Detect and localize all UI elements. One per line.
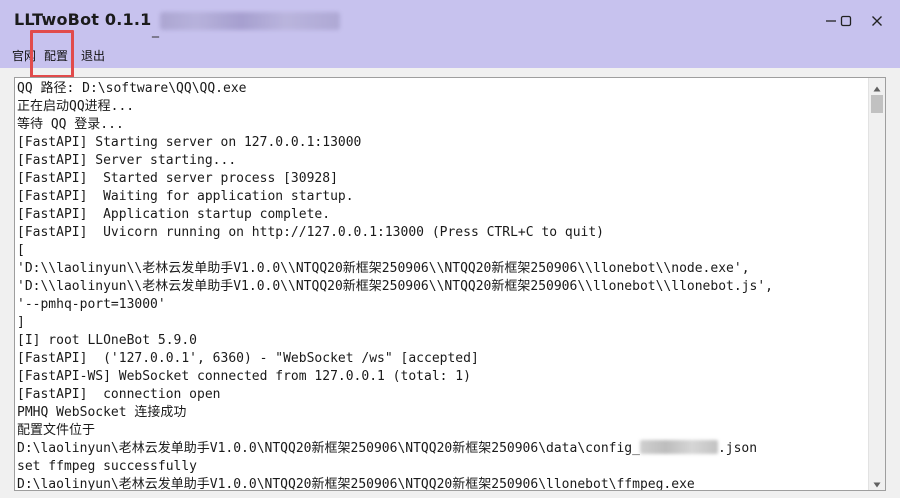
log-line: 'D:\\laolinyun\\老林云发单助手V1.0.0\\NTQQ20新框架… [17, 261, 750, 276]
log-line: [FastAPI] Starting server on 127.0.0.1:1… [17, 135, 362, 150]
title-bar[interactable]: LLTwoBot 0.1.1 _ [0, 0, 900, 42]
log-line: 'D:\\laolinyun\\老林云发单助手V1.0.0\\NTQQ20新框架… [17, 279, 773, 294]
log-line: set ffmpeg successfully [17, 459, 198, 474]
log-line-config-path: D:\laolinyun\老林云发单助手V1.0.0\NTQQ20新框架2509… [17, 440, 867, 458]
config-path-text: D:\laolinyun\老林云发单助手V1.0.0\NTQQ20新框架2509… [17, 441, 640, 456]
log-line: [ [17, 243, 25, 258]
log-line: [FastAPI] ('127.0.0.1', 6360) - "WebSock… [17, 351, 479, 366]
log-line: [FastAPI] Waiting for application startu… [17, 189, 354, 204]
redacted-config-id [639, 440, 718, 454]
scroll-down-button[interactable] [869, 474, 885, 490]
chevron-down-icon [873, 473, 881, 491]
log-line: QQ 路径: D:\software\QQ\QQ.exe [17, 81, 247, 96]
log-line: ] [17, 315, 25, 330]
vertical-scrollbar[interactable] [868, 78, 885, 490]
log-line: [FastAPI] Uvicorn running on http://127.… [17, 225, 604, 240]
menu-item-exit[interactable]: 退出 [81, 47, 105, 64]
log-line: '--pmhq-port=13000' [17, 297, 166, 312]
log-line: [FastAPI] Application startup complete. [17, 207, 331, 222]
app-title: LLTwoBot 0.1.1 [14, 10, 152, 29]
highlight-annotation [30, 30, 74, 78]
log-line: [FastAPI-WS] WebSocket connected from 12… [17, 369, 471, 384]
log-line: [I] root LLOneBot 5.9.0 [17, 333, 198, 348]
close-icon [871, 15, 883, 27]
log-line: [FastAPI] connection open [17, 387, 221, 402]
log-line: 等待 QQ 登录... [17, 117, 124, 132]
title-separator: _ [152, 22, 159, 38]
redacted-title-text [160, 12, 340, 30]
menu-bar: 官网 配置 退出 [0, 42, 900, 68]
scroll-up-button[interactable] [869, 78, 885, 94]
log-output[interactable]: QQ 路径: D:\software\QQ\QQ.exe 正在启动QQ进程...… [14, 77, 886, 491]
log-content: QQ 路径: D:\software\QQ\QQ.exe 正在启动QQ进程...… [17, 80, 867, 490]
config-path-suffix: .json [717, 441, 758, 456]
maximize-icon [840, 15, 852, 27]
log-line: [FastAPI] Started server process [30928] [17, 171, 338, 186]
chevron-up-icon [873, 78, 881, 96]
log-line: D:\laolinyun\老林云发单助手V1.0.0\NTQQ20新框架2509… [17, 477, 695, 490]
log-line: 配置文件位于 [17, 423, 96, 438]
log-line: [FastAPI] Server starting... [17, 153, 237, 168]
log-line: PMHQ WebSocket 连接成功 [17, 405, 187, 420]
scrollbar-thumb[interactable] [871, 95, 883, 113]
close-button[interactable] [854, 0, 900, 42]
log-line: 正在启动QQ进程... [17, 99, 135, 114]
